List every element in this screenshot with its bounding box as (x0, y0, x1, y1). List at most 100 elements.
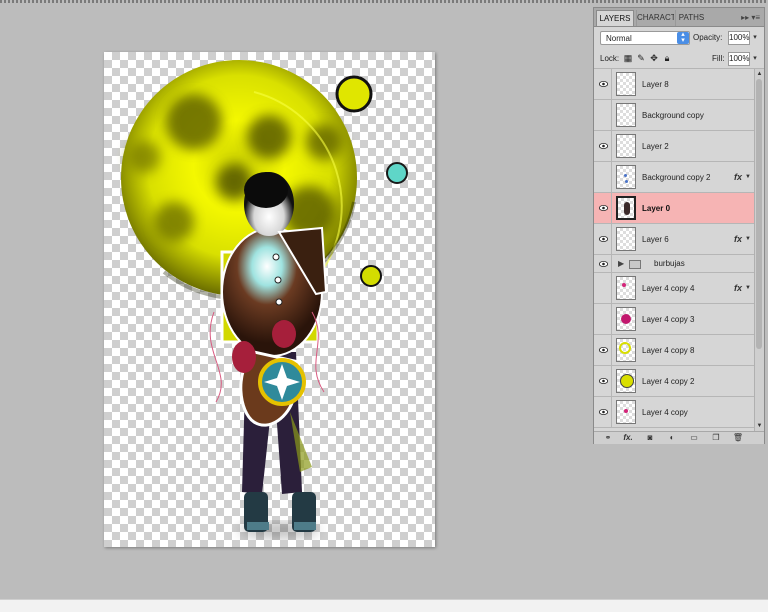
layer-thumbnail (616, 227, 636, 251)
layer-row-selected[interactable]: Layer 0 (594, 193, 754, 224)
trash-icon[interactable]: 🗑︎ (732, 433, 744, 443)
group-name: burbujas (654, 259, 685, 268)
fx-icon[interactable]: fx. (622, 433, 634, 443)
layer-thumbnail (616, 369, 636, 393)
updown-arrows-icon: ▴ ▾ (677, 31, 689, 44)
visibility-toggle[interactable] (594, 224, 612, 254)
chevron-down-icon[interactable]: ▾ (751, 31, 759, 45)
layer-thumbnail (616, 400, 636, 424)
layer-name: Layer 4 copy 3 (642, 315, 695, 324)
layer-row[interactable]: Layer 2 (594, 131, 754, 162)
visibility-toggle[interactable] (594, 193, 612, 223)
fx-icon[interactable]: fx (734, 224, 742, 255)
new-layer-icon[interactable]: ❐ (710, 433, 722, 443)
layer-thumbnail (616, 103, 636, 127)
visibility-toggle[interactable] (594, 397, 612, 427)
visibility-toggle[interactable] (594, 162, 612, 192)
move-lock-icon[interactable]: ✥ (649, 53, 659, 63)
visibility-toggle[interactable] (594, 304, 612, 334)
padlock-icon[interactable]: 🔒︎ (662, 53, 672, 63)
layer-thumbnail (616, 72, 636, 96)
opacity-label: Opacity: (693, 33, 723, 42)
document-canvas[interactable] (104, 52, 435, 547)
layer-thumbnail (616, 165, 636, 189)
eye-icon (599, 81, 608, 87)
layer-row[interactable]: Layer 4 copy 2 (594, 366, 754, 397)
visibility-toggle[interactable] (594, 131, 612, 161)
expand-effects-icon[interactable]: ▼ (745, 285, 751, 291)
folder-icon[interactable]: ▭ (688, 433, 700, 443)
eye-icon (599, 143, 608, 149)
layer-row[interactable]: Layer 4 copy 8 (594, 335, 754, 366)
visibility-toggle[interactable] (594, 273, 612, 303)
panel-tabs: LAYERS CHARACT PATHS ▸▸ ▾≡ (594, 8, 764, 27)
layer-name: Background copy 2 (642, 173, 711, 182)
mask-icon[interactable]: ◙ (644, 433, 656, 443)
eye-icon (599, 260, 608, 267)
layer-thumbnail (616, 276, 636, 300)
adjustment-icon[interactable]: ◐ (666, 433, 678, 443)
fx-icon[interactable]: fx (734, 273, 742, 304)
layer-row[interactable]: Layer 4 copy 3 (594, 304, 754, 335)
scroll-thumb[interactable] (756, 79, 762, 349)
ruler-edge (0, 0, 768, 3)
panel-menu-icon[interactable]: ▸▸ ▾≡ (741, 10, 760, 26)
layer-list: Layer 8 Background copy Layer 2 Backgrou… (594, 69, 754, 431)
layer-thumbnail (616, 338, 636, 362)
opacity-field[interactable]: 100% (728, 31, 750, 45)
scroll-up-icon[interactable]: ▲ (756, 70, 763, 78)
eye-icon (599, 205, 608, 211)
layer-name: Layer 4 copy 8 (642, 346, 695, 355)
eye-icon (599, 236, 608, 242)
layer-name: Layer 0 (642, 204, 671, 213)
layer-group-row[interactable]: ▶ burbujas (594, 255, 754, 273)
lock-label: Lock: (600, 54, 620, 63)
eye-icon (599, 378, 608, 384)
blend-mode-value: Normal (606, 34, 632, 43)
fill-label: Fill: (712, 54, 725, 63)
layer-thumbnail (616, 307, 636, 331)
layer-name: Background copy (642, 111, 704, 120)
layer-row[interactable]: Layer 6 fx ▼ (594, 224, 754, 255)
brush-lock-icon[interactable]: ✎ (636, 53, 646, 63)
layers-footer: ⚭ fx. ◙ ◐ ▭ ❐ 🗑︎ (594, 431, 764, 444)
expand-effects-icon[interactable]: ▼ (745, 174, 751, 180)
visibility-toggle[interactable] (594, 255, 612, 272)
status-bar (0, 599, 768, 612)
expand-effects-icon[interactable]: ▼ (745, 236, 751, 242)
layer-row[interactable]: Layer 8 (594, 69, 754, 100)
layer-thumbnail (616, 134, 636, 158)
blend-mode-select[interactable]: Normal ▴ ▾ (600, 31, 690, 45)
artwork (121, 60, 408, 538)
layer-thumbnail (616, 196, 636, 220)
layer-list-scrollbar[interactable]: ▲ ▼ (754, 69, 764, 431)
folder-icon (629, 260, 641, 269)
layer-row[interactable]: Background copy (594, 100, 754, 131)
visibility-toggle[interactable] (594, 69, 612, 99)
link-icon[interactable]: ⚭ (602, 433, 614, 443)
layer-name: Layer 8 (642, 80, 669, 89)
layer-name: Layer 4 copy 4 (642, 284, 695, 293)
visibility-toggle[interactable] (594, 100, 612, 130)
fill-field[interactable]: 100% (728, 52, 750, 66)
tab-layers[interactable]: LAYERS (596, 10, 634, 26)
layer-row[interactable]: Layer 4 copy 4 fx ▼ (594, 273, 754, 304)
layer-name: Layer 6 (642, 235, 669, 244)
tab-paths[interactable]: PATHS (675, 10, 707, 26)
eye-icon (599, 347, 608, 353)
layer-name: Layer 4 copy 2 (642, 377, 695, 386)
layers-panel: LAYERS CHARACT PATHS ▸▸ ▾≡ Normal ▴ ▾ Opa… (593, 7, 765, 444)
eye-icon (599, 409, 608, 415)
scroll-down-icon[interactable]: ▼ (756, 422, 763, 430)
transparency-lock-icon[interactable]: ▦ (623, 53, 633, 63)
layer-row[interactable]: Background copy 2 fx ▼ (594, 162, 754, 193)
visibility-toggle[interactable] (594, 366, 612, 396)
visibility-toggle[interactable] (594, 335, 612, 365)
tab-character[interactable]: CHARACT (636, 10, 674, 26)
layer-row[interactable]: Layer 4 copy (594, 397, 754, 428)
layer-name: Layer 2 (642, 142, 669, 151)
fx-icon[interactable]: fx (734, 162, 742, 193)
chevron-right-icon[interactable]: ▶ (618, 259, 624, 268)
layer-name: Layer 4 copy (642, 408, 688, 417)
chevron-down-icon[interactable]: ▾ (751, 52, 759, 66)
